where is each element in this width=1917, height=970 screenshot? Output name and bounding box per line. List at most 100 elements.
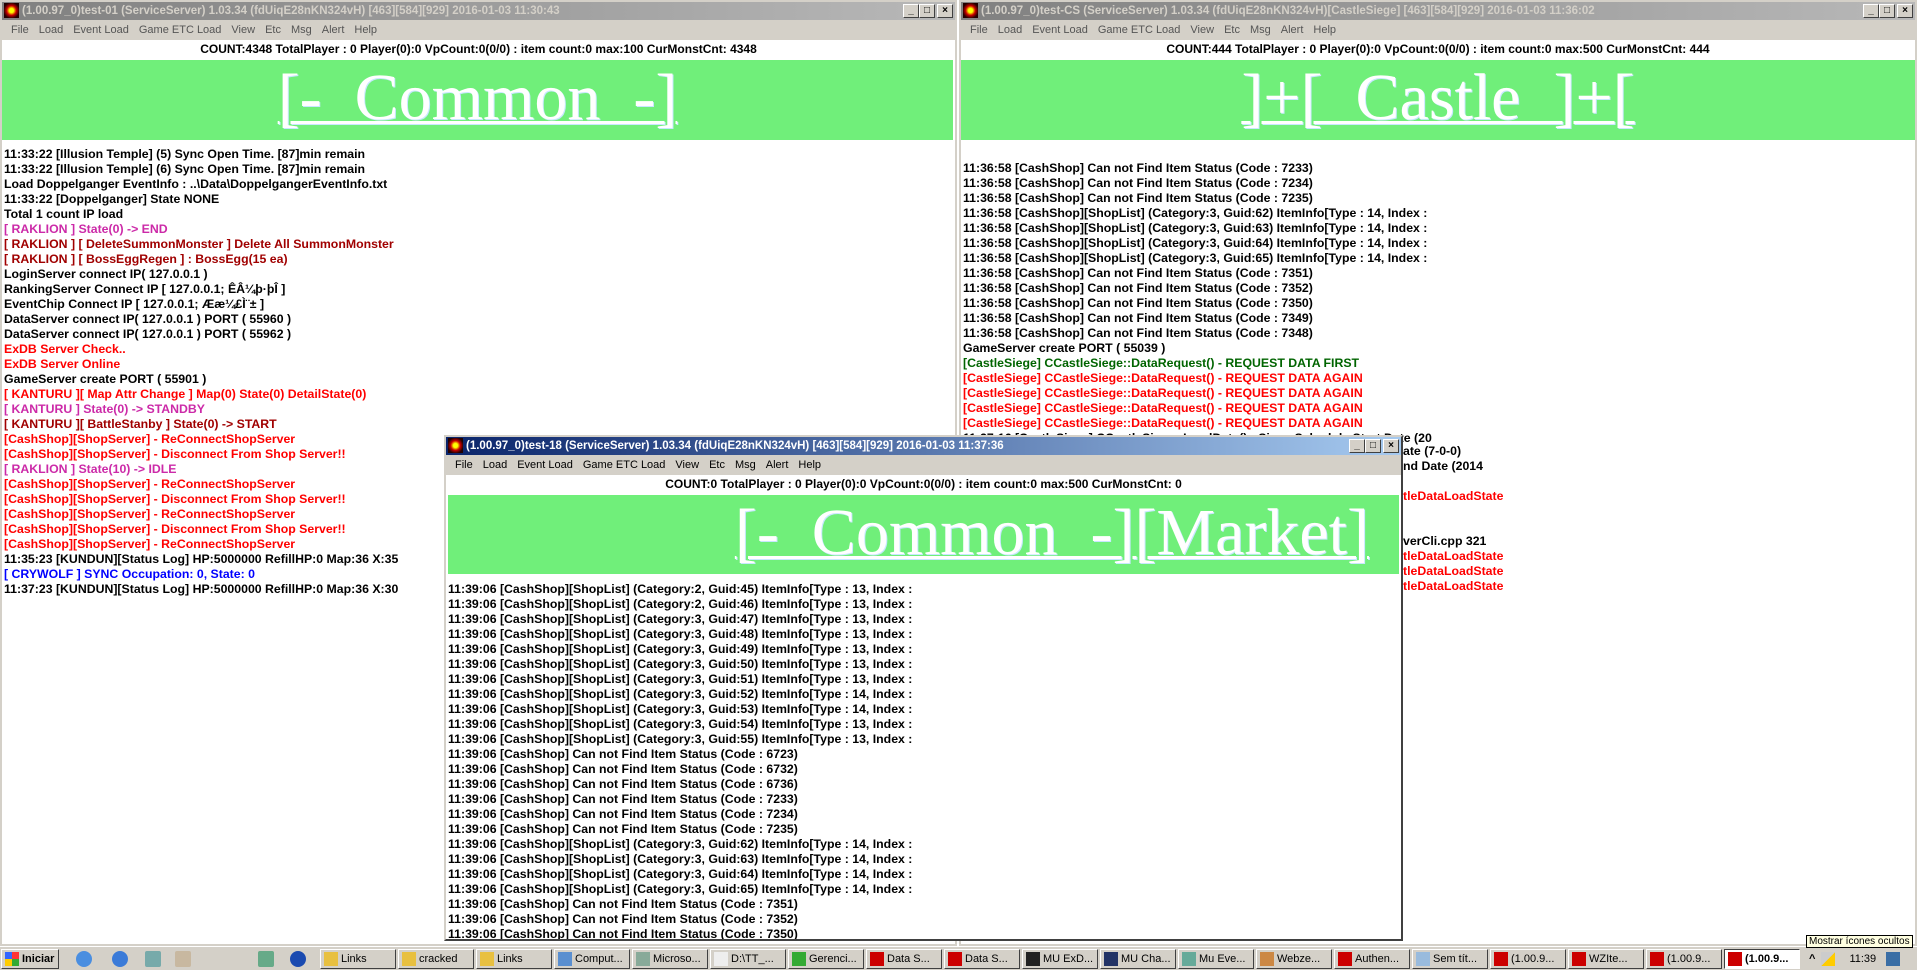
minimize-button[interactable]: _	[903, 4, 919, 18]
maximize-button[interactable]: □	[1365, 439, 1381, 453]
taskbar-button[interactable]: Comput...	[554, 949, 630, 969]
window-test-18[interactable]: (1.00.97_0)test-18 (ServiceServer) 1.03.…	[444, 435, 1403, 941]
clock[interactable]: 11:39	[1849, 953, 1876, 965]
taskbar-button[interactable]: MU Cha...	[1100, 949, 1176, 969]
menu-msg[interactable]: Msg	[286, 24, 317, 36]
app-icon	[1026, 952, 1040, 966]
app-icon	[1260, 952, 1274, 966]
quicklaunch-user-icon[interactable]	[145, 951, 161, 967]
maximize-button[interactable]: □	[919, 4, 935, 18]
log-line: [ RAKLION ] State(0) -> END	[4, 222, 168, 236]
menu-game-etc-load[interactable]: Game ETC Load	[578, 459, 671, 471]
menu-view[interactable]: View	[670, 459, 704, 471]
log-line: 11:36:58 [CashShop][ShopList] (Category:…	[963, 221, 1428, 235]
taskbar-button[interactable]: (1.00.9...	[1646, 949, 1722, 969]
taskbar-button[interactable]: Webze...	[1256, 949, 1332, 969]
network-warning-icon[interactable]	[1821, 952, 1836, 966]
show-desktop-icon[interactable]	[1886, 952, 1901, 966]
taskbar-button[interactable]: (1.00.9...	[1490, 949, 1566, 969]
menu-file[interactable]: File	[6, 24, 34, 36]
app-icon	[480, 952, 494, 966]
menu-event-load[interactable]: Event Load	[512, 459, 578, 471]
menu-alert[interactable]: Alert	[317, 24, 350, 36]
show-hidden-icons-button[interactable]: ^	[1809, 953, 1815, 965]
menu-file[interactable]: File	[965, 24, 993, 36]
app-icon	[1572, 952, 1586, 966]
taskbar-button-label: Data S...	[887, 953, 930, 965]
log-line: 11:36:58 [CashShop] Can not Find Item St…	[963, 266, 1313, 280]
title-bar[interactable]: (1.00.97_0)test-01 (ServiceServer) 1.03.…	[2, 2, 955, 20]
menu-etc[interactable]: Etc	[704, 459, 730, 471]
menu-etc[interactable]: Etc	[1219, 24, 1245, 36]
menu-alert[interactable]: Alert	[1276, 24, 1309, 36]
quicklaunch-globe-icon[interactable]	[290, 951, 306, 967]
taskbar-button-label: D:\TT_...	[731, 953, 774, 965]
start-button[interactable]: Iniciar	[1, 949, 59, 969]
taskbar-button[interactable]: cracked	[398, 949, 474, 969]
log-line: [ CRYWOLF ] SYNC Occupation: 0, State: 0	[4, 567, 255, 581]
log-line: [CashShop][ShopServer] - ReConnectShopSe…	[4, 507, 296, 521]
log-line: 11:37:23 [KUNDUN][Status Log] HP:5000000…	[4, 582, 399, 596]
taskbar-button[interactable]: WZIte...	[1568, 949, 1644, 969]
menu-load[interactable]: Load	[34, 24, 68, 36]
log-line: [CastleSiege] CCastleSiege::DataRequest(…	[963, 386, 1363, 400]
taskbar-button-label: Microso...	[653, 953, 701, 965]
app-icon	[324, 952, 338, 966]
taskbar-button-label: Links	[497, 953, 523, 965]
close-button[interactable]: ×	[1897, 4, 1913, 18]
maximize-button[interactable]: □	[1879, 4, 1895, 18]
log-line: 11:39:06 [CashShop][ShopList] (Category:…	[448, 642, 913, 656]
close-button[interactable]: ×	[1383, 439, 1399, 453]
quicklaunch-ie-icon[interactable]	[112, 951, 128, 967]
app-icon	[1650, 952, 1664, 966]
quicklaunch-tool-icon[interactable]	[258, 951, 274, 967]
menu-help[interactable]: Help	[793, 459, 826, 471]
menu-view[interactable]: View	[1185, 24, 1219, 36]
taskbar-button[interactable]: Authen...	[1334, 949, 1410, 969]
taskbar-button[interactable]: Microso...	[632, 949, 708, 969]
log-line: 11:39:06 [CashShop][ShopList] (Category:…	[448, 687, 913, 701]
taskbar-button[interactable]: Sem tít...	[1412, 949, 1488, 969]
window-title: (1.00.97_0)test-01 (ServiceServer) 1.03.…	[22, 5, 560, 17]
taskbar-button[interactable]: Links	[320, 949, 396, 969]
app-icon	[1416, 952, 1430, 966]
log-line: 11:36:58 [CashShop][ShopList] (Category:…	[963, 206, 1428, 220]
menu-event-load[interactable]: Event Load	[1027, 24, 1093, 36]
log-line: 11:39:06 [CashShop][ShopList] (Category:…	[448, 882, 913, 896]
taskbar-button-label: WZIte...	[1589, 953, 1628, 965]
menu-etc[interactable]: Etc	[260, 24, 286, 36]
title-bar[interactable]: (1.00.97_0)test-18 (ServiceServer) 1.03.…	[446, 437, 1401, 455]
menu-game-etc-load[interactable]: Game ETC Load	[1093, 24, 1186, 36]
taskbar-button[interactable]: Links	[476, 949, 552, 969]
menu-msg[interactable]: Msg	[1245, 24, 1276, 36]
close-button[interactable]: ×	[937, 4, 953, 18]
menu-help[interactable]: Help	[349, 24, 382, 36]
menu-load[interactable]: Load	[993, 24, 1027, 36]
menu-event-load[interactable]: Event Load	[68, 24, 134, 36]
taskbar-button[interactable]: (1.00.9...	[1724, 949, 1800, 969]
log-line: [ KANTURU ] State(0) -> STANDBY	[4, 402, 205, 416]
menu-msg[interactable]: Msg	[730, 459, 761, 471]
taskbar-button[interactable]: Mu Eve...	[1178, 949, 1254, 969]
log-line: 11:39:06 [CashShop][ShopList] (Category:…	[448, 732, 913, 746]
quicklaunch-network-icon[interactable]	[76, 951, 92, 967]
title-bar[interactable]: (1.00.97_0)test-CS (ServiceServer) 1.03.…	[961, 2, 1915, 20]
menu-file[interactable]: File	[450, 459, 478, 471]
taskbar-button[interactable]: Data S...	[944, 949, 1020, 969]
minimize-button[interactable]: _	[1349, 439, 1365, 453]
taskbar-button[interactable]: Data S...	[866, 949, 942, 969]
menu-load[interactable]: Load	[478, 459, 512, 471]
menu-game-etc-load[interactable]: Game ETC Load	[134, 24, 227, 36]
minimize-button[interactable]: _	[1863, 4, 1879, 18]
log-output: 11:39:06 [CashShop][ShopList] (Category:…	[448, 582, 913, 939]
taskbar-button[interactable]: MU ExD...	[1022, 949, 1098, 969]
quicklaunch-app-icon[interactable]	[175, 951, 191, 967]
menu-help[interactable]: Help	[1308, 24, 1341, 36]
menu-view[interactable]: View	[226, 24, 260, 36]
menu-alert[interactable]: Alert	[761, 459, 794, 471]
taskbar-button[interactable]: Gerenci...	[788, 949, 864, 969]
taskbar-button[interactable]: D:\TT_...	[710, 949, 786, 969]
